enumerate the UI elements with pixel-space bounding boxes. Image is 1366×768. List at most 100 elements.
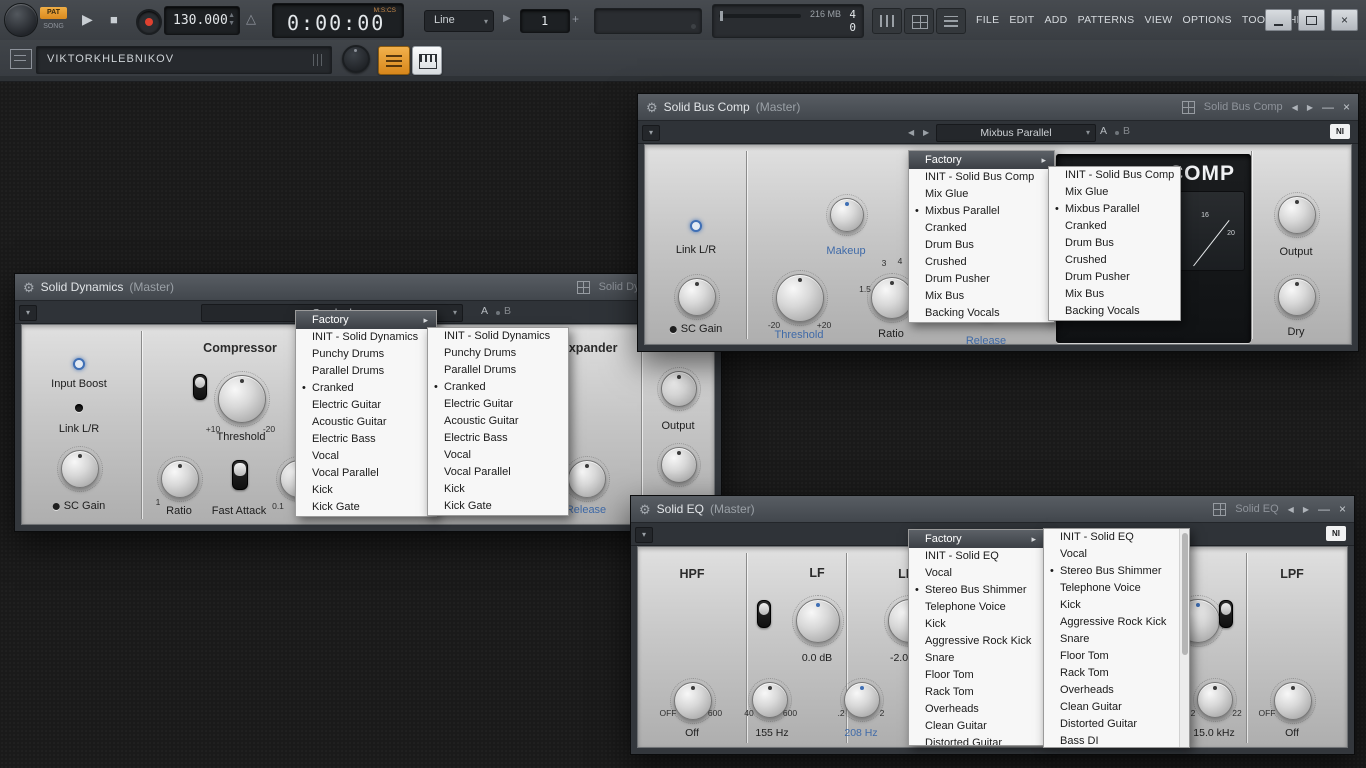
menu-item[interactable]: Mix Bus (1049, 286, 1180, 303)
grip-icon[interactable] (313, 54, 323, 66)
menu-patterns[interactable]: PATTERNS (1078, 14, 1135, 26)
record-button[interactable] (136, 9, 162, 35)
menu-item-selected[interactable]: Cranked (296, 380, 436, 397)
menu-item[interactable]: INIT - Solid Bus Comp (1049, 167, 1180, 184)
menu-view[interactable]: VIEW (1144, 14, 1172, 26)
menu-item[interactable]: Backing Vocals (1049, 303, 1180, 320)
minimize-icon[interactable]: — (1322, 100, 1334, 114)
time-display[interactable]: M:S:CS 0:00:00 (272, 3, 404, 38)
hf-bell-toggle[interactable] (1219, 600, 1233, 628)
playlist-name-field[interactable]: VIKTORKHLEBNIKOV (36, 46, 332, 74)
menu-item[interactable]: Vocal (296, 448, 436, 465)
menu-item[interactable]: Electric Guitar (428, 396, 568, 413)
link-lr-led[interactable] (690, 220, 702, 232)
menu-item[interactable]: Overheads (909, 701, 1044, 718)
menu-item[interactable]: Drum Pusher (1049, 269, 1180, 286)
menu-item[interactable]: Floor Tom (909, 667, 1044, 684)
menu-item[interactable]: Parallel Drums (296, 363, 436, 380)
sc-gain-knob[interactable] (57, 446, 103, 492)
menu-item[interactable]: Drum Pusher (909, 271, 1054, 288)
menu-item[interactable]: Rack Tom (1044, 665, 1180, 682)
position-slider[interactable] (719, 11, 801, 21)
preset-selector[interactable]: Mixbus Parallel ▾ (936, 124, 1096, 142)
makeup-knob[interactable] (657, 367, 701, 411)
preset-b-button[interactable]: B (1123, 125, 1130, 137)
lf-bell-toggle[interactable] (757, 600, 771, 628)
gear-icon[interactable]: ⚙ (639, 503, 651, 516)
menu-item[interactable]: Overheads (1044, 682, 1180, 699)
menu-item[interactable]: Vocal (428, 447, 568, 464)
preset-b-button[interactable]: B (504, 305, 511, 317)
menu-item-selected[interactable]: Stereo Bus Shimmer (1044, 563, 1180, 580)
stop-button[interactable]: ■ (110, 12, 118, 27)
tempo-spinner-icon[interactable]: ▲ ▼ (228, 12, 235, 28)
metronome-icon[interactable]: △ (246, 11, 256, 27)
fl-logo[interactable] (4, 3, 38, 37)
menu-item[interactable]: Backing Vocals (909, 305, 1054, 322)
output-knob[interactable] (1274, 192, 1320, 238)
menu-item[interactable]: INIT - Solid Dynamics (428, 328, 568, 345)
stepper-plus-icon[interactable]: + (572, 12, 579, 26)
close-icon[interactable]: × (1339, 502, 1346, 516)
menu-item[interactable]: Distorted Guitar (1044, 716, 1180, 733)
window-titlebar[interactable]: ⚙ Solid EQ (Master) Solid EQ ◀ ▶ — × (631, 496, 1354, 523)
detach-icon[interactable] (576, 280, 590, 294)
plugin-menu-button[interactable]: ▾ (635, 527, 653, 543)
menu-category-factory[interactable]: Factory ▸ (296, 311, 436, 329)
menu-item[interactable]: INIT - Solid Dynamics (296, 329, 436, 346)
menu-item[interactable]: Kick Gate (296, 499, 436, 516)
menu-item[interactable]: Rack Tom (909, 684, 1044, 701)
detach-icon[interactable] (1213, 502, 1227, 516)
hpf-freq-knob[interactable] (670, 678, 716, 724)
ratio-knob[interactable] (157, 456, 203, 502)
menu-item[interactable]: Punchy Drums (296, 346, 436, 363)
snap-selector[interactable]: Line ▾ (424, 10, 494, 32)
input-boost-led[interactable] (73, 358, 85, 370)
main-volume-knob[interactable] (342, 45, 370, 73)
menu-item[interactable]: Vocal (909, 565, 1044, 582)
menu-item[interactable]: Acoustic Guitar (428, 413, 568, 430)
menu-item[interactable]: Vocal (1044, 546, 1180, 563)
menu-item[interactable]: Mix Glue (1049, 184, 1180, 201)
menu-item[interactable]: Crushed (909, 254, 1054, 271)
menu-item[interactable]: Kick (428, 481, 568, 498)
threshold-knob[interactable] (772, 270, 828, 326)
gear-icon[interactable]: ⚙ (646, 101, 658, 114)
channel-rack-button[interactable] (904, 8, 934, 34)
expander-release-knob[interactable] (564, 456, 610, 502)
minimize-icon[interactable]: — (1318, 502, 1330, 516)
threshold-knob[interactable] (214, 371, 270, 427)
menu-item-selected[interactable]: Mixbus Parallel (1049, 201, 1180, 218)
menu-item[interactable]: Clean Guitar (1044, 699, 1180, 716)
menu-file[interactable]: FILE (976, 14, 999, 26)
menu-add[interactable]: ADD (1045, 14, 1068, 26)
menu-item[interactable]: Aggressive Rock Kick (1044, 614, 1180, 631)
step-sequencer-button[interactable] (378, 46, 410, 75)
ratio-knob[interactable] (867, 273, 917, 323)
menu-item[interactable]: Cranked (1049, 218, 1180, 235)
mixer-button[interactable] (936, 8, 966, 34)
window-titlebar[interactable]: ⚙ Solid Bus Comp (Master) Solid Bus Comp… (638, 94, 1358, 121)
prev-plugin-icon[interactable]: ◀ (1292, 103, 1298, 112)
prev-plugin-icon[interactable]: ◀ (1288, 505, 1294, 514)
menu-scrollbar-thumb[interactable] (1182, 533, 1188, 655)
menu-item[interactable]: Clean Guitar (909, 718, 1044, 735)
menu-item[interactable]: Kick Gate (428, 498, 568, 515)
menu-item[interactable]: Kick (909, 616, 1044, 633)
preset-a-button[interactable]: A (481, 305, 488, 317)
output-knob[interactable] (657, 443, 701, 487)
playlist-panel-button[interactable] (872, 8, 902, 34)
makeup-knob[interactable] (826, 194, 868, 236)
menu-item[interactable]: Electric Guitar (296, 397, 436, 414)
menu-item[interactable]: Telephone Voice (909, 599, 1044, 616)
menu-scrollbar[interactable] (1179, 529, 1189, 747)
next-plugin-icon[interactable]: ▶ (1303, 505, 1309, 514)
dry-knob[interactable] (1274, 274, 1320, 320)
menu-item[interactable]: Snare (909, 650, 1044, 667)
menu-item[interactable]: Aggressive Rock Kick (909, 633, 1044, 650)
menu-item[interactable]: INIT - Solid EQ (909, 548, 1044, 565)
menu-item-selected[interactable]: Cranked (428, 379, 568, 396)
menu-item[interactable]: Drum Bus (909, 237, 1054, 254)
menu-item-selected[interactable]: Mixbus Parallel (909, 203, 1054, 220)
minimize-button[interactable] (1265, 9, 1292, 31)
